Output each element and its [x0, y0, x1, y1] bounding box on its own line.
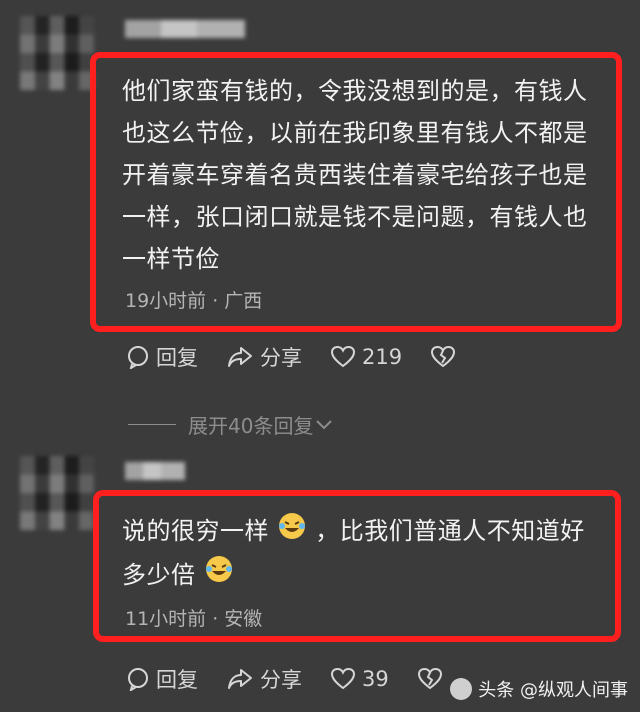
like-button[interactable]: 219 [330, 345, 402, 369]
comment-text: 他们家蛮有钱的，令我没想到的是，有钱人 也这么节俭，以前在我印象里有钱人不都是 … [122, 70, 602, 280]
share-button[interactable]: 分享 [226, 664, 302, 694]
like-count: 219 [362, 345, 403, 369]
laughing-crying-emoji-icon [277, 511, 307, 554]
reply-button[interactable]: 回复 [126, 664, 198, 694]
comment-fragment: 多少倍 [122, 560, 196, 589]
reply-label: 回复 [156, 668, 198, 692]
comment-fragment: 说的很穷一样 [122, 517, 269, 545]
expand-replies[interactable]: 展开40条回复 [128, 410, 333, 439]
comment-line: 多少倍 [122, 554, 607, 598]
comment-line: 开着豪车穿着名贵西装住着豪宅给孩子也是 [122, 161, 588, 189]
broken-heart-icon [417, 667, 443, 691]
dislike-button[interactable] [430, 345, 456, 369]
avatar[interactable] [20, 16, 94, 90]
watermark: 头条 @纵观人间事 [450, 676, 628, 702]
username-blurred[interactable] [125, 462, 185, 480]
dislike-button[interactable] [417, 667, 443, 691]
comment-meta: 11小时前 · 安徽 [125, 608, 263, 630]
username-blurred[interactable] [125, 20, 245, 38]
like-button[interactable]: 39 [330, 667, 389, 691]
laughing-crying-emoji-icon [204, 554, 234, 597]
share-icon [226, 345, 254, 369]
reply-button[interactable]: 回复 [126, 342, 198, 372]
comment-fragment: ，比我们普通人不知道好 [315, 517, 585, 545]
comment-text: 说的很穷一样 ，比我们普通人不知道好 多少倍 [122, 510, 607, 597]
comment-actions: 回复 分享 219 [126, 342, 484, 372]
comment-line: 说的很穷一样 ，比我们普通人不知道好 [122, 510, 607, 554]
heart-icon [330, 345, 356, 369]
comment-meta: 19小时前 · 广西 [125, 290, 263, 312]
broken-heart-icon [430, 345, 456, 369]
comment-actions: 回复 分享 39 [126, 664, 471, 694]
reply-icon [126, 667, 150, 691]
watermark-text: 头条 @纵观人间事 [478, 680, 628, 701]
share-icon [226, 667, 254, 691]
chevron-down-icon [315, 418, 333, 432]
heart-icon [330, 667, 356, 691]
comment-line: 一样，张口闭口就是钱不是问题，有钱人也 [122, 203, 588, 231]
comment-line: 一样节俭 [122, 245, 220, 273]
comment-line: 他们家蛮有钱的，令我没想到的是，有钱人 [122, 77, 588, 105]
reply-label: 回复 [156, 346, 198, 370]
share-button[interactable]: 分享 [226, 342, 302, 372]
watermark-avatar [450, 678, 473, 700]
divider-line [128, 424, 176, 425]
reply-icon [126, 345, 150, 369]
expand-replies-label: 展开40条回复 [188, 414, 314, 438]
like-count: 39 [362, 667, 389, 691]
avatar[interactable] [20, 456, 94, 530]
comment-line: 也这么节俭，以前在我印象里有钱人不都是 [122, 119, 588, 147]
share-label: 分享 [260, 668, 302, 692]
share-label: 分享 [260, 346, 302, 370]
